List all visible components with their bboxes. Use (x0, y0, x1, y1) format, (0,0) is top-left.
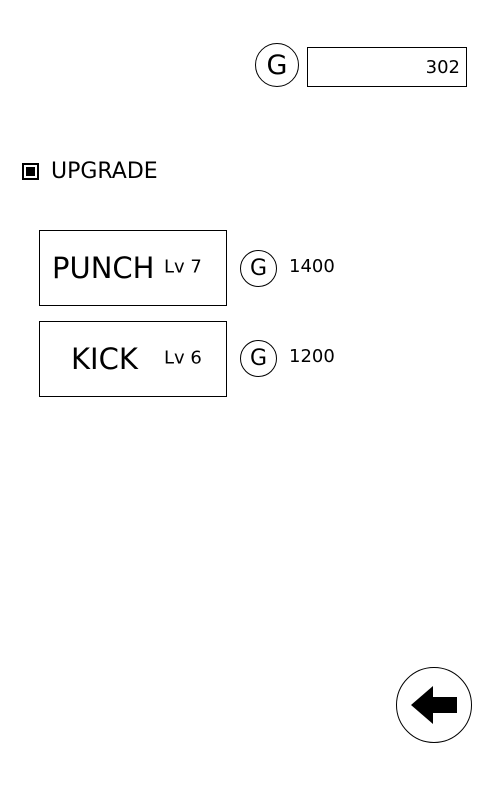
upgrade-level: Lv 6 (164, 347, 202, 369)
upgrade-name: PUNCH (52, 251, 155, 285)
upgrade-cost: 1200 (289, 346, 335, 367)
cost-coin-letter: G (249, 346, 268, 371)
upgrade-kick-button[interactable]: KICK Lv 6 (39, 321, 227, 397)
upgrade-cost: 1400 (289, 256, 335, 277)
gold-amount-display: 302 (307, 47, 467, 87)
upgrade-punch-button[interactable]: PUNCH Lv 7 (39, 230, 227, 306)
cost-coin-icon: G (240, 340, 277, 377)
cost-coin-icon: G (240, 250, 277, 287)
gold-amount: 302 (425, 56, 460, 78)
section-header: UPGRADE (22, 159, 158, 184)
upgrade-name: KICK (71, 342, 138, 376)
section-title: UPGRADE (51, 159, 158, 184)
gold-coin-icon: G (255, 43, 299, 87)
upgrade-level: Lv 7 (164, 256, 202, 278)
back-button[interactable] (396, 667, 472, 743)
square-bullet-icon (22, 163, 39, 180)
back-arrow-icon (411, 686, 457, 724)
cost-coin-letter: G (249, 256, 268, 281)
gold-coin-letter: G (266, 49, 288, 81)
